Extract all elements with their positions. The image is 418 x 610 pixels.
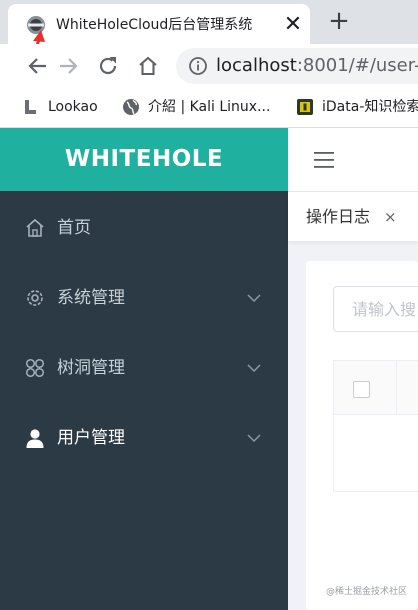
menu-toggle-icon[interactable]	[314, 151, 334, 169]
bookmark-label: 介紹 | Kali Linux...	[148, 99, 271, 115]
browser-tab-strip: WhiteHoleCloud后台管理系统 ✕ +	[0, 0, 418, 44]
tab-close-icon[interactable]: ✕	[282, 14, 304, 36]
forward-arrow-icon[interactable]	[56, 54, 80, 78]
tags-bar: 操作日志 ×	[288, 191, 418, 241]
url-host: localhost	[216, 55, 297, 76]
gear-icon	[27, 290, 43, 306]
sidebar-item-treehole[interactable]: 树洞管理	[0, 340, 288, 396]
app-logo: WHITEHOLE	[64, 146, 224, 172]
bookmark-idata[interactable]: iData-知识检索	[296, 96, 418, 118]
lookao-favicon-icon	[25, 100, 36, 114]
app-sidebar: WHITEHOLE 首页 系统管理 树洞管理 用户管理	[0, 128, 288, 610]
sidebar-item-system[interactable]: 系统管理	[0, 270, 288, 326]
sidebar-item-label: 用户管理	[57, 428, 125, 448]
chevron-down-icon	[247, 364, 261, 373]
chevron-down-icon	[247, 434, 261, 443]
browser-toolbar: localhost:8001/#/user-lo	[0, 44, 418, 88]
logo-bar: WHITEHOLE	[0, 128, 288, 191]
top-header	[288, 128, 418, 191]
back-arrow-icon[interactable]	[26, 54, 50, 78]
url-text: localhost:8001/#/user-lo	[216, 55, 418, 77]
sidebar-item-users[interactable]: 用户管理	[0, 410, 288, 466]
globe-icon	[123, 99, 139, 115]
home-browser-icon[interactable]	[136, 54, 160, 78]
sidebar-item-label: 树洞管理	[57, 358, 125, 378]
browser-tab[interactable]: WhiteHoleCloud后台管理系统 ✕	[8, 4, 310, 44]
chevron-down-icon	[247, 294, 261, 303]
watermark: @稀土掘金技术社区	[326, 587, 408, 597]
new-tab-button[interactable]: +	[326, 8, 352, 34]
sidebar-item-label: 首页	[57, 218, 91, 238]
grid-icon	[25, 358, 45, 378]
address-bar[interactable]: localhost:8001/#/user-lo	[176, 48, 418, 84]
tag-close-icon[interactable]: ×	[384, 206, 397, 228]
reload-icon[interactable]	[96, 54, 120, 78]
select-all-checkbox[interactable]	[353, 381, 370, 398]
home-icon	[26, 218, 44, 237]
idata-favicon-icon	[297, 99, 313, 115]
user-icon	[26, 429, 44, 448]
sidebar-item-label: 系统管理	[57, 288, 125, 308]
search-input[interactable]	[333, 286, 418, 332]
table-header	[334, 361, 418, 415]
tab-title: WhiteHoleCloud后台管理系统	[56, 17, 253, 33]
sidebar-item-home[interactable]: 首页	[0, 200, 288, 256]
bookmark-kali[interactable]: 介紹 | Kali Linux...	[122, 96, 270, 118]
bookmark-label: iData-知识检索	[322, 99, 418, 115]
url-path: :8001/#/user-lo	[296, 55, 418, 76]
tag-operation-log[interactable]: 操作日志	[306, 206, 370, 228]
column-divider	[396, 361, 397, 415]
bookmarks-bar: Lookao 介紹 | Kali Linux... iData-知识检索	[0, 88, 418, 128]
data-table	[333, 360, 418, 492]
bookmark-label: Lookao	[48, 99, 98, 115]
bookmark-lookao[interactable]: Lookao	[22, 96, 98, 118]
info-icon[interactable]	[188, 56, 208, 76]
